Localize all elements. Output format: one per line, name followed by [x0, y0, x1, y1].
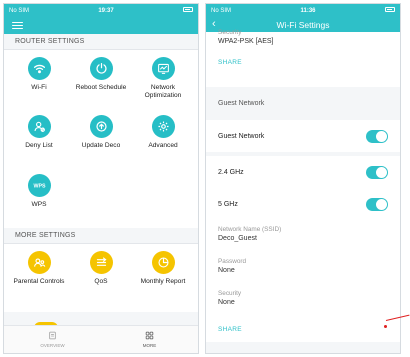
more-grid-icon — [145, 331, 154, 343]
deny-list-icon — [27, 115, 51, 139]
tile-qos[interactable]: QoS — [70, 247, 132, 305]
guest-network-toggle[interactable] — [366, 129, 388, 143]
guest-section-header: Guest Network — [206, 87, 400, 120]
page-title: Wi-Fi Settings — [276, 19, 330, 30]
battery-icon — [183, 7, 193, 13]
network-optimization-icon — [151, 57, 175, 80]
band-5-toggle[interactable] — [366, 197, 388, 211]
qos-icon — [89, 251, 113, 274]
tab-more[interactable]: MORE — [101, 326, 198, 353]
battery-icon — [385, 7, 395, 13]
left-phone-screen: No SIM 19:37 ROUTER SETTINGS Wi-Fi Reboot… — [3, 3, 199, 354]
tile-label: QoS — [94, 278, 108, 285]
overview-icon — [48, 331, 57, 343]
tab-overview[interactable]: OVERVIEW — [4, 326, 101, 353]
band-24-toggle[interactable] — [366, 165, 388, 179]
tile-monthly-report[interactable]: Monthly Report — [132, 247, 194, 305]
status-bar: No SIM 19:37 — [4, 4, 198, 17]
tile-label: Parental Controls — [13, 278, 65, 285]
wifi-icon — [27, 57, 51, 80]
router-settings-header: ROUTER SETTINGS — [4, 34, 198, 50]
password-value: None — [218, 267, 235, 274]
guest-network-label: Guest Network — [218, 132, 265, 140]
top-nav — [4, 17, 198, 34]
ssid-value: Deco_Guest — [218, 235, 257, 242]
more-settings-header: MORE SETTINGS — [4, 228, 198, 244]
tile-advanced[interactable]: Advanced — [132, 111, 194, 169]
tile-deny-list[interactable]: Deny List — [8, 111, 70, 169]
tile-wi-fi[interactable]: Wi-Fi — [8, 53, 70, 111]
gear-icon — [151, 115, 175, 139]
monthly-report-icon — [151, 251, 175, 274]
share-bottom-link[interactable]: SHARE — [218, 326, 242, 333]
tile-parental-controls[interactable]: Parental Controls — [8, 247, 70, 305]
tile-label: Deny List — [25, 142, 53, 150]
band-24-label: 2.4 GHz — [218, 168, 244, 176]
ssid-label: Network Name (SSID) — [218, 226, 282, 233]
svg-text:WPS: WPS — [33, 183, 45, 189]
tile-label: Network Optimization — [144, 84, 182, 99]
tile-reboot-schedule[interactable]: Reboot Schedule — [70, 53, 132, 111]
tile-label: Advanced — [148, 142, 178, 150]
tab-label: MORE — [142, 343, 157, 348]
share-link[interactable]: SHARE — [218, 59, 242, 66]
security-label: Security — [218, 290, 242, 297]
tile-label: WPS — [31, 200, 47, 208]
carrier-label: No SIM — [9, 7, 30, 14]
wps-icon: WPS — [27, 173, 51, 197]
security-bottom-value: None — [218, 299, 235, 306]
main-network-card: Security WPA2-PSK [AES] SHARE — [206, 29, 400, 87]
router-settings-grid: Wi-Fi Reboot Schedule Network Optimization… — [4, 50, 198, 228]
parental-controls-icon — [27, 251, 51, 274]
band-5-label: 5 GHz — [218, 200, 238, 208]
annotation-dot — [384, 325, 387, 328]
right-phone-screen: No SIM 11:36 ‹ Wi-Fi Settings Security W… — [205, 3, 401, 354]
status-bar: No SIM 11:36 — [206, 4, 400, 17]
tile-label: Wi-Fi — [31, 84, 47, 91]
carrier-label: No SIM — [211, 7, 232, 14]
tile-network-optimization[interactable]: Network Optimization — [132, 53, 194, 111]
more-settings-grid: Parental Controls QoS Monthly Report — [4, 244, 198, 312]
update-icon — [89, 115, 113, 139]
tile-update-deco[interactable]: Update Deco — [70, 111, 132, 169]
security-value: WPA2-PSK [AES] — [218, 38, 274, 45]
reboot-schedule-icon — [89, 57, 113, 80]
tile-label: Monthly Report — [140, 278, 186, 285]
share-row: SHARE — [206, 316, 400, 342]
band-24-row: 2.4 GHz — [206, 156, 400, 188]
guest-network-row: Guest Network — [206, 120, 400, 152]
tile-wps[interactable]: WPS WPS — [8, 170, 70, 228]
security-label-cut: Security — [218, 29, 242, 36]
password-label: Password — [218, 258, 247, 265]
tile-label: Reboot Schedule — [75, 84, 127, 91]
security-field[interactable]: Security None — [206, 284, 400, 316]
ssid-field[interactable]: Network Name (SSID) Deco_Guest — [206, 220, 400, 252]
tile-label: Update Deco — [81, 142, 121, 150]
status-time: 11:36 — [300, 7, 316, 14]
hamburger-menu-icon[interactable] — [12, 21, 23, 30]
band-5-row: 5 GHz — [206, 188, 400, 220]
status-time: 19:37 — [98, 7, 114, 14]
password-field[interactable]: Password None — [206, 252, 400, 284]
tab-label: OVERVIEW — [40, 343, 65, 348]
bottom-tab-bar: OVERVIEW MORE — [4, 325, 198, 353]
